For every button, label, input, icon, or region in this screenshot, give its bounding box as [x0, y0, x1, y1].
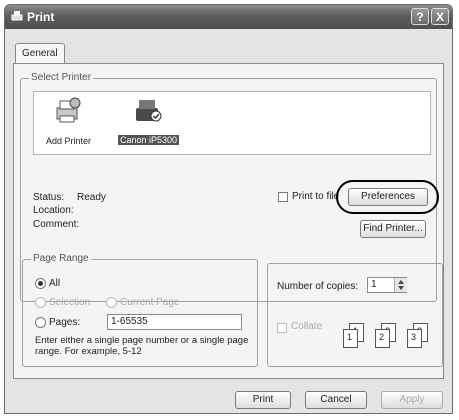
page-range-label: Page Range	[31, 253, 91, 264]
collate-page-number: 2	[379, 332, 385, 342]
apply-button[interactable]: Apply	[381, 391, 443, 409]
print-to-file-label: Print to file	[292, 191, 340, 202]
title-bar[interactable]: Print ? X	[5, 5, 452, 29]
collate-page-front: 2	[375, 329, 390, 348]
selection-radio[interactable]	[35, 297, 46, 308]
print-dialog: Print ? X General Select Printer Add Pri…	[4, 4, 453, 414]
add-printer-item[interactable]: Add Printer	[46, 94, 92, 154]
help-button[interactable]: ?	[411, 8, 429, 25]
collate-label: Collate	[291, 321, 323, 332]
spinner-arrows-icon	[398, 280, 404, 290]
print-button[interactable]: Print	[235, 391, 291, 409]
collate-page-number: 3	[411, 332, 417, 342]
pages-input[interactable]: 1-65535	[107, 314, 242, 330]
cancel-button[interactable]: Cancel	[305, 391, 367, 409]
selection-label: Selection	[49, 297, 91, 308]
all-label: All	[49, 278, 61, 289]
canon-printer-icon	[136, 100, 162, 122]
collate-page-front: 3	[407, 329, 422, 348]
add-printer-icon	[56, 97, 81, 123]
canon-printer-label: Canon iP5300	[118, 135, 180, 145]
printer-canon-item[interactable]: Canon iP5300	[118, 94, 180, 154]
printer-icon	[11, 11, 23, 21]
pages-label: Pages:	[49, 317, 81, 328]
tab-general[interactable]: General	[15, 43, 65, 64]
copies-label: Number of copies:	[277, 281, 359, 292]
printer-list: Add Printer Canon iP5300	[33, 91, 431, 155]
collate-page-front: 1	[343, 329, 358, 348]
preferences-button[interactable]: Preferences	[348, 188, 428, 206]
print-to-file-checkbox[interactable]	[278, 192, 288, 202]
copies-spinner[interactable]	[394, 278, 407, 292]
all-radio[interactable]	[35, 278, 46, 289]
page-range-hint: Enter either a single page number or a s…	[35, 335, 249, 357]
collate-illustration: 1 1 2 2 3 3	[341, 323, 441, 353]
select-printer-label: Select Printer	[29, 72, 94, 83]
dialog-title: Print	[27, 10, 55, 24]
current-page-radio[interactable]	[106, 297, 117, 308]
status-label: Status:	[33, 192, 65, 203]
current-page-label: Current Page	[120, 297, 180, 308]
find-printer-button[interactable]: Find Printer...	[360, 220, 426, 238]
pages-radio[interactable]	[35, 317, 46, 328]
location-label: Location:	[33, 205, 74, 216]
add-printer-label: Add Printer	[46, 136, 92, 146]
comment-label: Comment:	[33, 219, 80, 230]
collate-page-number: 1	[347, 332, 353, 342]
close-button[interactable]: X	[431, 8, 449, 25]
status-value: Ready	[77, 192, 106, 203]
collate-checkbox[interactable]	[277, 323, 287, 333]
